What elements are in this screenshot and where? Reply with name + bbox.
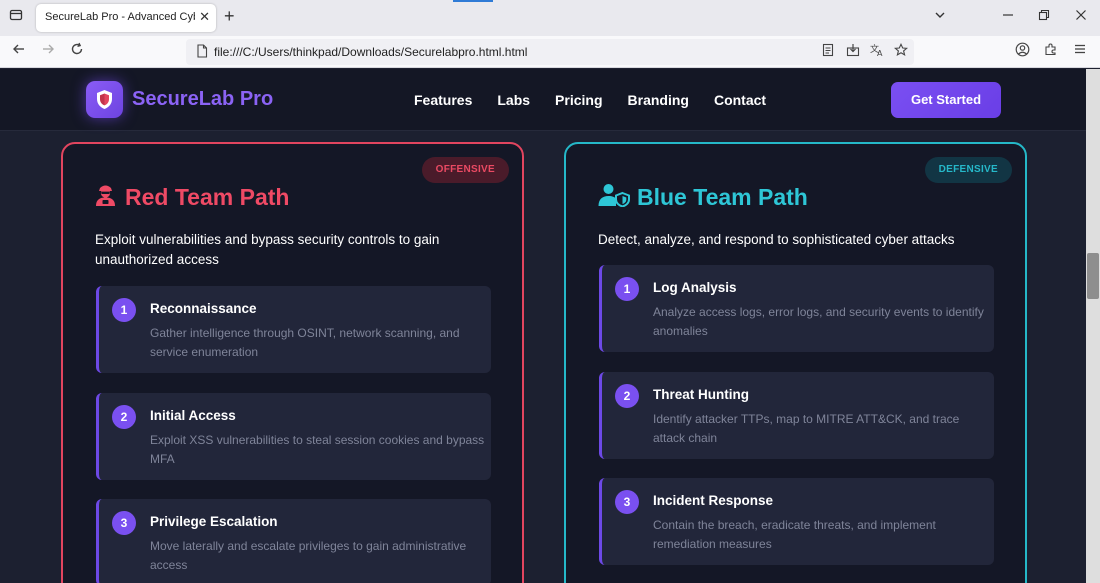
nav-labs[interactable]: Labs xyxy=(497,92,530,108)
restore-icon[interactable] xyxy=(1034,9,1054,21)
new-tab-icon[interactable]: + xyxy=(224,6,235,27)
forward-icon[interactable] xyxy=(38,42,58,62)
tab-list-icon[interactable] xyxy=(6,8,26,28)
offensive-badge: OFFENSIVE xyxy=(421,157,509,183)
shield-icon xyxy=(97,90,112,109)
address-bar[interactable]: file:///C:/Users/thinkpad/Downloads/Secu… xyxy=(186,39,914,65)
menu-hamburger-icon[interactable] xyxy=(1070,42,1090,62)
file-icon xyxy=(196,44,208,63)
minimize-icon[interactable] xyxy=(998,9,1018,21)
main-nav: Features Labs Pricing Branding Contact xyxy=(414,92,791,108)
blue-team-title: Blue Team Path xyxy=(637,184,808,210)
blue-team-description: Detect, analyze, and respond to sophisti… xyxy=(598,232,955,247)
tab-close-icon[interactable]: ✕ xyxy=(199,9,210,25)
browser-tab-active[interactable]: SecureLab Pro - Advanced Cyber Ra ✕ xyxy=(36,4,216,32)
step-description: Identify attacker TTPs, map to MITRE ATT… xyxy=(653,412,960,445)
svg-text:A: A xyxy=(877,49,883,57)
nav-branding[interactable]: Branding xyxy=(628,92,689,108)
step-title: Threat Hunting xyxy=(653,387,749,402)
blue-step-incident-response[interactable]: 3 Incident Response Contain the breach, … xyxy=(599,478,994,565)
browser-tab-bar: SecureLab Pro - Advanced Cyber Ra ✕ + xyxy=(0,0,1100,36)
step-number: 3 xyxy=(112,511,136,535)
step-description: Exploit XSS vulnerabilities to steal ses… xyxy=(150,433,485,466)
web-page: SecureLab Pro Features Labs Pricing Bran… xyxy=(0,69,1086,583)
back-icon[interactable] xyxy=(9,42,29,62)
get-started-button[interactable]: Get Started xyxy=(891,82,1001,118)
step-title: Privilege Escalation xyxy=(150,514,278,529)
step-title: Reconnaissance xyxy=(150,301,257,316)
user-shield-icon xyxy=(598,183,630,212)
step-title: Log Analysis xyxy=(653,280,737,295)
site-header: SecureLab Pro Features Labs Pricing Bran… xyxy=(0,69,1086,131)
step-number: 1 xyxy=(615,277,639,301)
nav-pricing[interactable]: Pricing xyxy=(555,92,602,108)
red-team-card: OFFENSIVE Red Team Path Exploit vulnerab… xyxy=(61,142,524,583)
step-number: 3 xyxy=(615,490,639,514)
extensions-icon[interactable] xyxy=(1041,42,1061,62)
red-step-initial-access[interactable]: 2 Initial Access Exploit XSS vulnerabili… xyxy=(96,393,491,480)
red-team-title: Red Team Path xyxy=(125,184,290,210)
step-number: 2 xyxy=(615,384,639,408)
url-text: file:///C:/Users/thinkpad/Downloads/Secu… xyxy=(214,45,528,59)
tab-bar-accent xyxy=(453,0,493,2)
step-description: Analyze access logs, error logs, and sec… xyxy=(653,305,984,338)
account-icon[interactable] xyxy=(1012,42,1032,62)
step-title: Incident Response xyxy=(653,493,774,508)
browser-nav-bar: file:///C:/Users/thinkpad/Downloads/Secu… xyxy=(0,36,1100,68)
nav-features[interactable]: Features xyxy=(414,92,472,108)
logo[interactable] xyxy=(86,81,123,118)
step-title: Initial Access xyxy=(150,408,236,423)
step-number: 2 xyxy=(112,405,136,429)
step-number: 1 xyxy=(112,298,136,322)
blue-step-log-analysis[interactable]: 1 Log Analysis Analyze access logs, erro… xyxy=(599,265,994,352)
brand-name[interactable]: SecureLab Pro xyxy=(132,88,273,111)
defensive-badge: DEFENSIVE xyxy=(924,157,1012,183)
save-to-pocket-icon[interactable] xyxy=(846,43,860,59)
step-description: Move laterally and escalate privileges t… xyxy=(150,539,467,572)
page-scrollbar[interactable] xyxy=(1086,69,1100,583)
bookmark-star-icon[interactable] xyxy=(893,42,909,59)
scrollbar-thumb[interactable] xyxy=(1087,253,1099,299)
translate-icon[interactable]: 文A xyxy=(870,43,884,59)
red-team-description: Exploit vulnerabilities and bypass secur… xyxy=(95,232,440,267)
nav-contact[interactable]: Contact xyxy=(714,92,766,108)
tab-overflow-chevron-icon[interactable] xyxy=(930,9,950,21)
close-window-icon[interactable] xyxy=(1071,9,1091,21)
reader-view-icon[interactable] xyxy=(822,43,836,59)
reload-icon[interactable] xyxy=(67,42,87,62)
red-step-reconnaissance[interactable]: 1 Reconnaissance Gather intelligence thr… xyxy=(96,286,491,373)
tab-title: SecureLab Pro - Advanced Cyber Ra xyxy=(45,11,195,23)
hacker-icon xyxy=(95,183,116,212)
red-step-privilege-escalation[interactable]: 3 Privilege Escalation Move laterally an… xyxy=(96,499,491,583)
step-description: Gather intelligence through OSINT, netwo… xyxy=(150,326,460,359)
step-description: Contain the breach, eradicate threats, a… xyxy=(653,518,936,551)
blue-team-card: DEFENSIVE Blue Team Path Detect, analyze… xyxy=(564,142,1027,583)
blue-step-threat-hunting[interactable]: 2 Threat Hunting Identify attacker TTPs,… xyxy=(599,372,994,459)
